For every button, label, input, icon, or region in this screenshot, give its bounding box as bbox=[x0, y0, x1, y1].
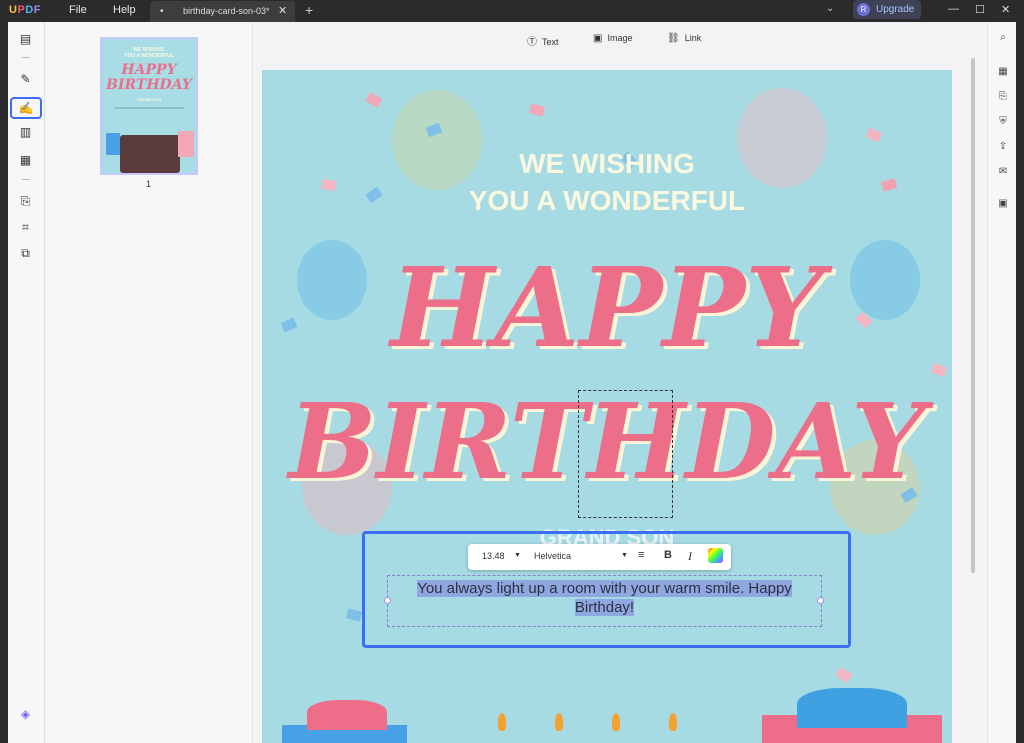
tab-dot-icon: • bbox=[160, 6, 164, 17]
pdf-page[interactable]: WE WISHING YOU A WONDERFUL HAPPY BIRTHDA… bbox=[262, 70, 952, 743]
candle-flame bbox=[555, 713, 563, 731]
new-tab-icon[interactable]: + bbox=[305, 2, 313, 18]
share-icon[interactable]: ⇪ bbox=[996, 141, 1010, 155]
candle-flame bbox=[498, 713, 506, 731]
font-name-select[interactable]: Helvetica bbox=[534, 551, 571, 561]
resize-handle-right[interactable] bbox=[817, 597, 824, 604]
confetti bbox=[365, 92, 383, 108]
divider bbox=[22, 57, 30, 58]
maximize-icon[interactable]: ☐ bbox=[975, 3, 985, 16]
mail-icon[interactable]: ✉ bbox=[996, 166, 1010, 180]
add-text-button[interactable]: Ⓣ Text bbox=[527, 33, 559, 48]
confetti bbox=[345, 608, 363, 622]
card-line2: YOU A WONDERFUL bbox=[468, 185, 746, 216]
upgrade-button[interactable]: R Upgrade bbox=[853, 0, 921, 19]
gift-right-bow bbox=[797, 688, 907, 728]
app-window: ▤ ✎ ✍ ▥ ▦ ⎘ ⌗ ⧉ ◈ WE WISHING YOU A WONDE… bbox=[8, 22, 1016, 743]
font-size-select[interactable]: 13.48 bbox=[482, 551, 505, 561]
document-tab[interactable]: • birthday-card-son-03* ✕ bbox=[150, 1, 295, 22]
thumb-text-line bbox=[114, 107, 184, 109]
candle-flame bbox=[612, 713, 620, 731]
add-text-label: Text bbox=[542, 37, 559, 47]
divider bbox=[22, 179, 30, 180]
avatar: R bbox=[857, 3, 870, 16]
edit-pdf-icon[interactable]: ✍ bbox=[10, 97, 42, 119]
card-happy: HAPPY bbox=[390, 243, 824, 372]
search-icon[interactable]: ⌕ bbox=[996, 32, 1010, 46]
vertical-scrollbar[interactable] bbox=[971, 58, 975, 573]
thumb-gift-right bbox=[178, 131, 194, 157]
format-toolbar: 13.48 ▼ Helvetica ▼ ≡ B I bbox=[468, 544, 731, 570]
card-line1: WE WISHING bbox=[519, 148, 695, 179]
title-bar: UPDF File Help • birthday-card-son-03* ✕… bbox=[0, 0, 1024, 22]
thumb-line2: YOU A WONDERFUL bbox=[124, 53, 174, 59]
protect-icon[interactable]: ⧉ bbox=[17, 245, 34, 262]
confetti bbox=[865, 127, 883, 143]
upgrade-label: Upgrade bbox=[876, 4, 915, 15]
chevron-down-icon[interactable]: ▼ bbox=[514, 552, 521, 559]
thumb-birthday: BIRTHDAY bbox=[106, 77, 192, 93]
comment-icon[interactable]: ✎ bbox=[17, 71, 34, 88]
thumb-happy: HAPPY bbox=[121, 62, 177, 78]
form-icon[interactable]: ▦ bbox=[17, 152, 34, 169]
convert-icon[interactable]: ⎘ bbox=[17, 193, 34, 210]
edit-toolbar: Ⓣ Text ▣ Image ⛓ Link bbox=[254, 22, 977, 58]
page-organize-icon[interactable]: ▥ bbox=[17, 124, 34, 141]
image-icon: ▣ bbox=[593, 33, 603, 44]
link-icon: ⛓ bbox=[667, 33, 680, 44]
right-toolbar: ⌕ ▦ ⎘ ⛨ ⇪ ✉ ▣ bbox=[987, 22, 1016, 743]
thumb-cake bbox=[120, 135, 180, 173]
crop-icon[interactable]: ⌗ bbox=[17, 219, 34, 236]
ocr-icon[interactable]: ▦ bbox=[996, 66, 1010, 80]
add-image-label: Image bbox=[607, 33, 633, 43]
page-number: 1 bbox=[146, 179, 152, 189]
convert-file-icon[interactable]: ⎘ bbox=[996, 91, 1010, 105]
tab-title: birthday-card-son-03* bbox=[183, 6, 270, 16]
align-icon[interactable]: ≡ bbox=[638, 549, 644, 561]
resize-handle-left[interactable] bbox=[384, 597, 391, 604]
thumb-gift-left bbox=[106, 133, 120, 155]
text-icon: Ⓣ bbox=[527, 37, 537, 48]
add-image-button[interactable]: ▣ Image bbox=[593, 33, 632, 44]
selected-text-content: You always light up a room with your war… bbox=[417, 580, 792, 616]
color-picker-icon[interactable] bbox=[708, 548, 723, 563]
candle-flame bbox=[669, 713, 677, 731]
text-block-outline[interactable] bbox=[578, 390, 673, 518]
add-link-label: Link bbox=[684, 33, 702, 43]
tab-close-icon[interactable]: ✕ bbox=[278, 4, 287, 17]
menu-file[interactable]: File bbox=[69, 4, 87, 16]
minimize-icon[interactable]: — bbox=[948, 3, 959, 15]
italic-button[interactable]: I bbox=[688, 549, 692, 564]
thumb-grand: GRAND SON bbox=[136, 97, 162, 102]
protect-file-icon[interactable]: ⛨ bbox=[996, 116, 1010, 130]
close-window-icon[interactable]: ✕ bbox=[1001, 3, 1010, 16]
page-thumbnail[interactable]: WE WISHING YOU A WONDERFUL HAPPY BIRTHDA… bbox=[100, 37, 198, 175]
bold-button[interactable]: B bbox=[664, 549, 672, 561]
chevron-down-icon[interactable]: ▼ bbox=[621, 552, 628, 559]
thumbnail-panel: WE WISHING YOU A WONDERFUL HAPPY BIRTHDA… bbox=[46, 22, 253, 743]
app-logo: UPDF bbox=[9, 4, 41, 16]
menu-help[interactable]: Help bbox=[113, 4, 136, 16]
gift-left-bow bbox=[307, 700, 387, 730]
left-toolbar: ▤ ✎ ✍ ▥ ▦ ⎘ ⌗ ⧉ ◈ bbox=[8, 22, 45, 743]
confetti bbox=[528, 103, 546, 117]
reader-icon[interactable]: ▤ bbox=[17, 31, 34, 48]
chevron-down-icon[interactable]: ⌄ bbox=[826, 3, 834, 14]
layers-icon[interactable]: ◈ bbox=[17, 706, 34, 723]
save-icon[interactable]: ▣ bbox=[996, 198, 1010, 212]
selected-text[interactable]: You always light up a room with your war… bbox=[392, 579, 817, 617]
confetti bbox=[835, 667, 853, 683]
add-link-button[interactable]: ⛓ Link bbox=[667, 33, 701, 44]
